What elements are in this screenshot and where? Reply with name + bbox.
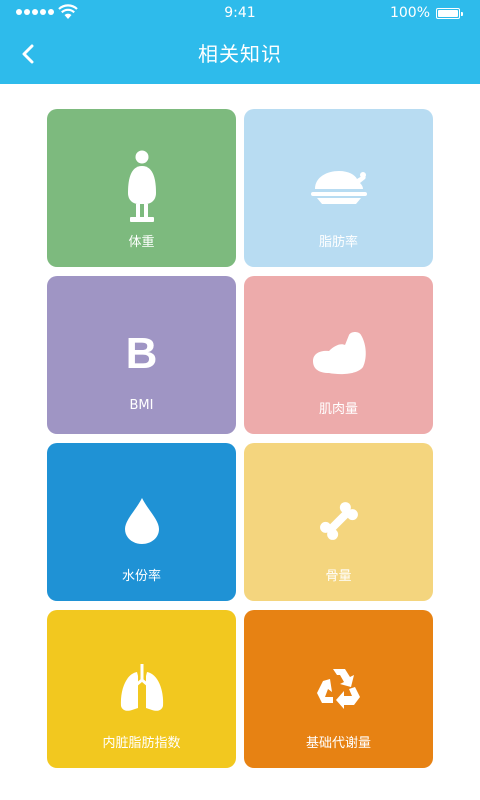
bone-icon (319, 502, 358, 540)
roast-chicken-icon (310, 171, 367, 204)
page-title: 相关知识 (198, 42, 282, 66)
tile-basal-metabolism[interactable]: 基础代谢量 (244, 610, 433, 768)
battery-percentage: 100% (389, 5, 430, 21)
tile-label: 基础代谢量 (305, 736, 371, 751)
tile-label: 体重 (128, 235, 155, 250)
letter-b-icon: B (125, 329, 158, 378)
status-bar: 9:41 100% (0, 0, 480, 26)
tile-weight[interactable]: 体重 (47, 109, 236, 267)
water-drop-icon (124, 498, 159, 544)
person-scale-icon (127, 150, 156, 222)
tile-label: 骨量 (325, 569, 352, 584)
tile-bone-mass[interactable]: 骨量 (244, 443, 433, 601)
tile-label: 内脏脂肪指数 (102, 736, 181, 751)
flexed-arm-icon (312, 332, 366, 375)
tile-label: BMI (129, 398, 154, 413)
app-header: 9:41 100% 相关知识 (0, 0, 480, 84)
battery-icon (436, 8, 463, 19)
tile-label: 肌肉量 (318, 402, 358, 417)
tile-label: 水份率 (121, 569, 161, 584)
tile-body-fat[interactable]: 脂肪率 (244, 109, 433, 267)
knowledge-grid: 体重 脂肪率 B BMI 肌肉量 水份率 骨量 内脏脂肪指数 基础代谢量 (47, 109, 433, 768)
tile-bmi[interactable]: B BMI (47, 276, 236, 434)
lungs-icon (120, 664, 163, 711)
tile-visceral-fat[interactable]: 内脏脂肪指数 (47, 610, 236, 768)
recycle-icon (316, 669, 360, 709)
tile-label: 脂肪率 (318, 235, 358, 250)
tile-muscle-mass[interactable]: 肌肉量 (244, 276, 433, 434)
tile-water-rate[interactable]: 水份率 (47, 443, 236, 601)
